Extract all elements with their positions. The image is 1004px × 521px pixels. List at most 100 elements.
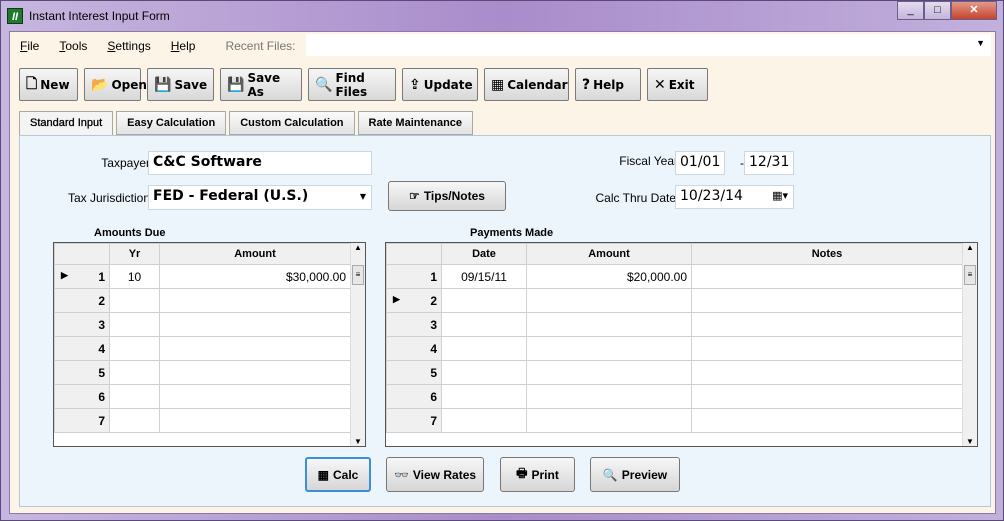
row-header[interactable]: 6 — [54, 384, 110, 409]
tab-standard-input[interactable]: Standard Input — [19, 111, 114, 137]
row-header[interactable]: ▶ 1 — [54, 264, 110, 289]
cell[interactable] — [109, 408, 160, 433]
menu-file[interactable]: File — [10, 39, 49, 53]
table-row[interactable]: 5 — [386, 360, 963, 385]
save-as-button[interactable]: 💾 Save As — [220, 68, 302, 101]
menu-settings[interactable]: Settings — [97, 39, 160, 53]
preview-button[interactable]: 🔍 Preview — [590, 457, 680, 492]
print-button[interactable]: 🖶 Print — [500, 457, 575, 492]
table-row[interactable]: 7 — [386, 408, 963, 433]
row-header[interactable]: 5 — [386, 360, 442, 385]
cell[interactable] — [526, 336, 692, 361]
cell[interactable] — [159, 408, 351, 433]
row-header[interactable]: 3 — [54, 312, 110, 337]
cell[interactable] — [159, 360, 351, 385]
cell[interactable] — [526, 312, 692, 337]
menu-tools[interactable]: Tools — [49, 39, 97, 53]
cell[interactable] — [441, 384, 527, 409]
table-row[interactable]: 4 — [54, 336, 351, 361]
calc-thru-date-picker[interactable]: 10/23/14 ▦▾ — [675, 185, 794, 209]
scroll-up-icon[interactable]: ▲ — [963, 243, 977, 252]
cell[interactable] — [159, 336, 351, 361]
table-row[interactable]: 1 09/15/11 $20,000.00 — [386, 264, 963, 289]
row-header[interactable]: 2 — [54, 288, 110, 313]
cell[interactable] — [159, 312, 351, 337]
cell[interactable]: $30,000.00 — [159, 264, 351, 289]
cell[interactable] — [526, 360, 692, 385]
scroll-down-icon[interactable]: ▼ — [963, 437, 977, 446]
row-header[interactable]: 7 — [54, 408, 110, 433]
row-header[interactable]: 3 — [386, 312, 442, 337]
cell[interactable] — [691, 360, 963, 385]
new-button[interactable]: 🗋 New — [19, 68, 78, 101]
cell[interactable]: 09/15/11 — [441, 264, 527, 289]
cell[interactable] — [691, 408, 963, 433]
tab-custom-calculation[interactable]: Custom Calculation — [229, 111, 355, 135]
minimize-button[interactable]: _ — [897, 1, 924, 20]
calc-button[interactable]: ▦ Calc — [305, 457, 371, 492]
calendar-button[interactable]: ▦ Calendar — [484, 68, 569, 101]
cell[interactable] — [691, 336, 963, 361]
find-files-button[interactable]: 🔍 Find Files — [308, 68, 396, 101]
tax-jurisdiction-select[interactable]: FED - Federal (U.S.) ▼ — [148, 185, 372, 210]
exit-button[interactable]: ✕ Exit — [647, 68, 708, 101]
row-header[interactable]: 1 — [386, 264, 442, 289]
cell[interactable] — [441, 336, 527, 361]
row-header[interactable]: 7 — [386, 408, 442, 433]
tips-notes-button[interactable]: ☞ Tips/Notes — [388, 181, 506, 211]
menu-help[interactable]: Help — [161, 39, 206, 53]
view-rates-button[interactable]: 👓 View Rates — [386, 457, 484, 492]
save-button[interactable]: 💾 Save — [147, 68, 214, 101]
help-button[interactable]: ? Help — [575, 68, 641, 101]
close-button[interactable]: ✕ — [951, 1, 997, 20]
cell[interactable] — [441, 288, 527, 313]
cell[interactable] — [691, 312, 963, 337]
row-header[interactable]: 4 — [386, 336, 442, 361]
update-button[interactable]: ⇪ Update — [402, 68, 478, 101]
row-header[interactable]: ▶ 2 — [386, 288, 442, 313]
table-row[interactable]: 4 — [386, 336, 963, 361]
cell[interactable] — [441, 408, 527, 433]
cell[interactable] — [109, 384, 160, 409]
row-header[interactable]: 5 — [54, 360, 110, 385]
table-row[interactable]: ▶ 1 10 $30,000.00 — [54, 264, 351, 289]
scroll-up-icon[interactable]: ▲ — [351, 243, 365, 252]
row-header[interactable]: 4 — [54, 336, 110, 361]
cell[interactable] — [109, 336, 160, 361]
table-row[interactable]: 7 — [54, 408, 351, 433]
cell[interactable] — [526, 408, 692, 433]
open-button[interactable]: 📂 Open — [84, 68, 147, 101]
cell[interactable] — [691, 384, 963, 409]
scrollbar[interactable]: ▲ ≡ ▼ — [350, 243, 365, 446]
cell[interactable] — [159, 384, 351, 409]
table-row[interactable]: 6 — [54, 384, 351, 409]
cell[interactable] — [109, 360, 160, 385]
scrollbar[interactable]: ▲ ≡ ▼ — [962, 243, 977, 446]
cell[interactable]: 10 — [109, 264, 160, 289]
amounts-due-grid[interactable]: Yr Amount ▶ 1 10 $30,000.00 2 3 4 5 6 7 ▲ ≡ ▼ — [53, 242, 366, 447]
cell[interactable] — [526, 384, 692, 409]
maximize-button[interactable]: □ — [924, 1, 951, 20]
calendar-dropdown-icon[interactable]: ▦▾ — [772, 189, 788, 202]
payments-made-grid[interactable]: Date Amount Notes 1 09/15/11 $20,000.00 ▶ 2 3 4 5 6… — [385, 242, 978, 447]
fiscal-year-start[interactable]: 01/01 — [675, 151, 725, 175]
cell[interactable]: $20,000.00 — [526, 264, 692, 289]
scroll-down-icon[interactable]: ▼ — [351, 437, 365, 446]
table-row[interactable]: 5 — [54, 360, 351, 385]
cell[interactable] — [691, 288, 963, 313]
cell[interactable] — [109, 288, 160, 313]
table-row[interactable]: ▶ 2 — [386, 288, 963, 313]
cell[interactable] — [691, 264, 963, 289]
table-row[interactable]: 2 — [54, 288, 351, 313]
cell[interactable] — [109, 312, 160, 337]
table-row[interactable]: 3 — [386, 312, 963, 337]
table-row[interactable]: 6 — [386, 384, 963, 409]
cell[interactable] — [159, 288, 351, 313]
cell[interactable] — [441, 312, 527, 337]
cell[interactable] — [441, 360, 527, 385]
tab-easy-calculation[interactable]: Easy Calculation — [116, 111, 227, 135]
cell[interactable] — [526, 288, 692, 313]
tab-rate-maintenance[interactable]: Rate Maintenance — [357, 111, 474, 135]
taxpayer-field[interactable]: C&C Software — [148, 151, 372, 175]
recent-files-dropdown[interactable]: ▼ — [306, 34, 991, 56]
